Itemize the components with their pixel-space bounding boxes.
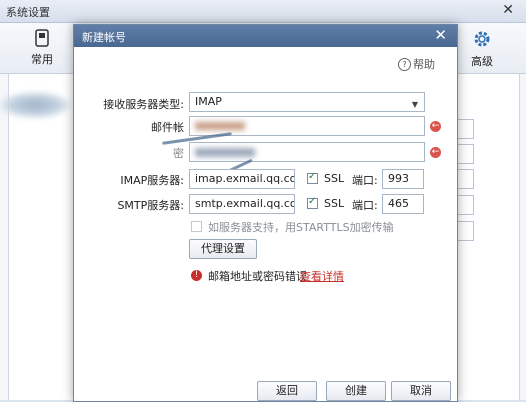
imap-server-input[interactable]: imap.exmail.qq.com	[189, 169, 295, 189]
help-link[interactable]: ? 帮助	[398, 56, 435, 72]
toolbar-button-common[interactable]: 常用	[20, 29, 64, 67]
dialog-title: 新建帐号	[82, 31, 126, 44]
starttls-label: 如服务器支持，用STARTTLS加密传输	[208, 221, 394, 234]
bg-window-title: 系统设置	[6, 6, 50, 19]
smtp-port-label: 端口:	[352, 199, 378, 212]
toolbar-label-common: 常用	[31, 53, 53, 66]
smtp-server-label: SMTP服务器:	[117, 199, 184, 212]
bg-close-icon[interactable]: ✕	[502, 2, 514, 18]
toolbar-button-advanced[interactable]: 高级	[460, 29, 504, 69]
dialog-close-icon[interactable]: ✕	[434, 26, 447, 44]
smtp-ssl-label: SSL	[324, 197, 345, 210]
bg-field	[456, 221, 474, 241]
chevron-down-icon: ▼	[411, 100, 418, 109]
dialog-titlebar: 新建帐号 ✕	[74, 25, 457, 47]
server-type-select[interactable]: IMAP ▼	[189, 92, 425, 112]
smtp-ssl-checkbox[interactable]	[307, 196, 318, 209]
server-type-label: 接收服务器类型:	[103, 98, 184, 111]
gear-icon	[474, 31, 490, 47]
bg-field	[456, 144, 474, 164]
password-label: 密	[173, 147, 184, 160]
email-label: 邮件帐	[151, 121, 184, 134]
help-icon: ?	[398, 57, 411, 71]
smtp-server-input[interactable]: smtp.exmail.qq.com	[189, 194, 295, 214]
phone-icon	[35, 29, 49, 47]
bg-field	[456, 119, 474, 139]
server-type-value: IMAP	[195, 95, 222, 108]
imap-port-input[interactable]: 993	[382, 169, 424, 189]
bg-field	[456, 195, 474, 215]
imap-ssl-checkbox[interactable]	[307, 171, 318, 184]
redacted-password	[195, 148, 255, 157]
cancel-button[interactable]: 取消	[391, 381, 451, 401]
password-error-icon: ←	[430, 147, 441, 158]
smtp-port-input[interactable]: 465	[382, 194, 424, 214]
help-label: 帮助	[413, 58, 435, 71]
imap-server-label: IMAP服务器:	[120, 174, 184, 187]
redacted-email	[195, 122, 245, 130]
error-message: 邮箱地址或密码错误	[208, 270, 307, 283]
back-button[interactable]: 返回	[257, 381, 317, 401]
password-field[interactable]	[189, 142, 425, 162]
starttls-checkbox[interactable]	[191, 221, 202, 232]
bg-window-titlebar: 系统设置 ✕	[0, 0, 526, 23]
error-details-link[interactable]: 查看详情	[300, 268, 344, 284]
imap-ssl-label: SSL	[324, 172, 345, 185]
warning-icon: !	[191, 270, 202, 281]
proxy-settings-button[interactable]: 代理设置	[189, 239, 257, 259]
create-button[interactable]: 创建	[326, 381, 386, 401]
new-account-dialog: 新建帐号 ✕ ? 帮助 接收服务器类型: IMAP ▼ 邮件帐 ← 密 ← IM…	[73, 24, 458, 402]
toolbar-label-advanced: 高级	[471, 55, 493, 68]
email-error-icon: ←	[430, 121, 441, 132]
bg-field	[456, 169, 474, 189]
blur-smudge	[0, 92, 70, 118]
imap-port-label: 端口:	[352, 174, 378, 187]
